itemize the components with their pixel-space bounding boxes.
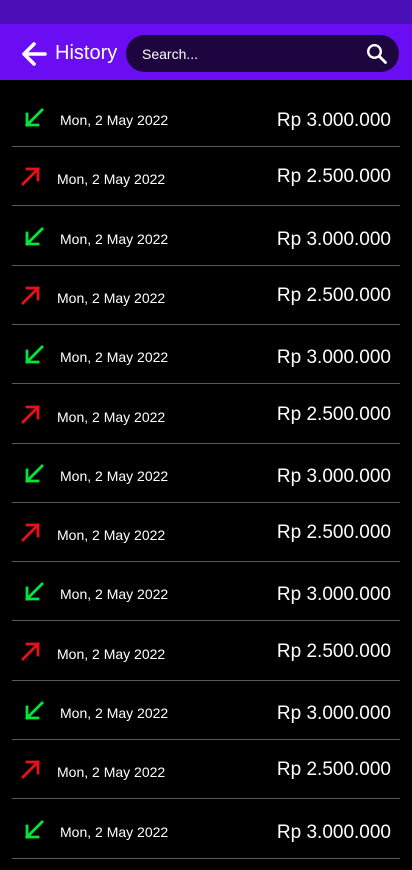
row-divider <box>12 620 400 621</box>
transaction-amount: Rp 2.500.000 <box>276 166 391 187</box>
arrow-down-left-icon <box>23 581 45 603</box>
history-row[interactable]: Mon, 2 May 2022 Rp 2.500.000 <box>0 385 412 444</box>
row-divider <box>12 858 400 859</box>
transaction-amount: Rp 3.000.000 <box>276 584 391 605</box>
transaction-date: Mon, 2 May 2022 <box>57 646 166 662</box>
transaction-date: Mon, 2 May 2022 <box>60 705 169 721</box>
arrow-down-left-icon <box>23 700 45 722</box>
search-input[interactable] <box>142 35 362 72</box>
row-divider <box>12 383 400 384</box>
transaction-date: Mon, 2 May 2022 <box>60 824 169 840</box>
transaction-date: Mon, 2 May 2022 <box>57 527 166 543</box>
transaction-amount: Rp 2.500.000 <box>276 641 391 662</box>
transaction-amount: Rp 3.000.000 <box>276 703 391 724</box>
arrow-down-left-icon <box>23 344 45 366</box>
transaction-date: Mon, 2 May 2022 <box>60 112 169 128</box>
row-divider <box>12 205 400 206</box>
arrow-down-left-icon <box>23 463 45 485</box>
transaction-date: Mon, 2 May 2022 <box>57 764 166 780</box>
history-row[interactable]: Mon, 2 May 2022 Rp 2.500.000 <box>0 266 412 325</box>
transaction-date: Mon, 2 May 2022 <box>60 231 169 247</box>
arrow-down-left-icon <box>23 819 45 841</box>
search-bar <box>126 35 399 72</box>
history-row[interactable]: Mon, 2 May 2022 Rp 3.000.000 <box>0 444 412 503</box>
history-row[interactable]: Mon, 2 May 2022 Rp 2.500.000 <box>0 147 412 206</box>
arrow-left-icon <box>22 42 47 66</box>
history-list: Mon, 2 May 2022 Rp 3.000.000 Mon, 2 May 20… <box>0 80 412 870</box>
arrow-up-right-icon <box>20 165 42 187</box>
history-row[interactable]: Mon, 2 May 2022 Rp 2.500.000 <box>0 740 412 799</box>
transaction-amount: Rp 3.000.000 <box>276 822 391 843</box>
row-divider <box>12 798 400 799</box>
transaction-date: Mon, 2 May 2022 <box>60 468 169 484</box>
arrow-up-right-icon <box>20 758 42 780</box>
status-bar <box>0 0 412 24</box>
history-row[interactable]: Mon, 2 May 2022 Rp 3.000.000 <box>0 325 412 384</box>
transaction-date: Mon, 2 May 2022 <box>60 586 169 602</box>
search-button[interactable] <box>366 43 388 65</box>
app-bar: History <box>0 24 412 80</box>
transaction-date: Mon, 2 May 2022 <box>57 290 166 306</box>
history-row[interactable]: Mon, 2 May 2022 Rp 3.000.000 <box>0 207 412 266</box>
transaction-amount: Rp 2.500.000 <box>276 285 391 306</box>
arrow-down-left-icon <box>23 226 45 248</box>
back-button[interactable] <box>20 40 48 68</box>
transaction-date: Mon, 2 May 2022 <box>60 349 169 365</box>
history-row[interactable]: Mon, 2 May 2022 Rp 2.500.000 <box>0 503 412 562</box>
history-row[interactable]: Mon, 2 May 2022 Rp 3.000.000 <box>0 562 412 621</box>
transaction-amount: Rp 2.500.000 <box>276 759 391 780</box>
arrow-up-right-icon <box>20 521 42 543</box>
arrow-down-left-icon <box>23 107 45 129</box>
arrow-up-right-icon <box>20 284 42 306</box>
transaction-amount: Rp 3.000.000 <box>276 466 391 487</box>
transaction-amount: Rp 2.500.000 <box>276 404 391 425</box>
transaction-amount: Rp 3.000.000 <box>276 229 391 250</box>
history-row[interactable]: Mon, 2 May 2022 Rp 2.500.000 <box>0 622 412 681</box>
history-row[interactable]: Mon, 2 May 2022 Rp 3.000.000 <box>0 88 412 147</box>
history-row[interactable]: Mon, 2 May 2022 Rp 3.000.000 <box>0 681 412 740</box>
arrow-up-right-icon <box>20 403 42 425</box>
transaction-amount: Rp 2.500.000 <box>276 522 391 543</box>
page-title: History <box>55 42 118 64</box>
search-icon <box>366 43 387 64</box>
transaction-date: Mon, 2 May 2022 <box>57 171 166 187</box>
history-row[interactable]: Mon, 2 May 2022 Rp 3.000.000 <box>0 800 412 859</box>
transaction-amount: Rp 3.000.000 <box>276 347 391 368</box>
transaction-date: Mon, 2 May 2022 <box>57 409 166 425</box>
arrow-up-right-icon <box>20 640 42 662</box>
transaction-amount: Rp 3.000.000 <box>276 110 391 131</box>
